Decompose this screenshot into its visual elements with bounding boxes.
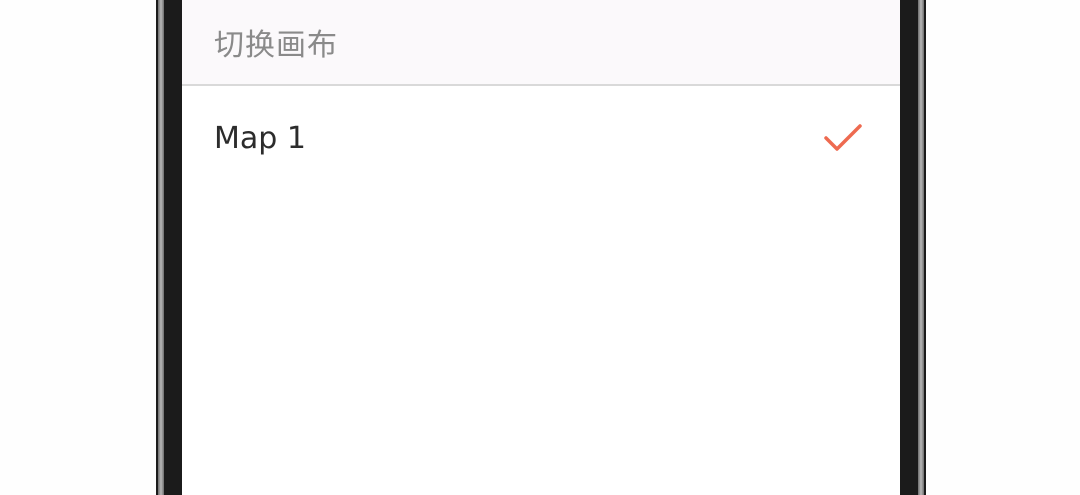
screenshot-stage: 切换画布 Map 1 [0, 0, 1080, 495]
checkmark-icon [824, 124, 862, 151]
dialog-header: 切换画布 [182, 0, 900, 86]
list-item-map-1[interactable]: Map 1 [182, 86, 900, 190]
list-item-label: Map 1 [214, 120, 306, 156]
phone-screen: 切换画布 Map 1 [182, 0, 900, 495]
phone-frame: 切换画布 Map 1 [156, 0, 926, 495]
canvas-list: Map 1 [182, 86, 900, 190]
dialog-title: 切换画布 [214, 28, 338, 63]
